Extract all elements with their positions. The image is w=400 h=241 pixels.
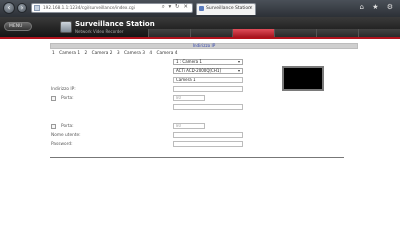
camera-tab-label[interactable]: Camera 1 [59, 51, 80, 56]
camera-tab-number[interactable]: 3 [117, 51, 120, 56]
camera-tab-number[interactable]: 4 [149, 51, 152, 56]
password-field[interactable] [173, 141, 243, 147]
username-label: Nome utente: [51, 133, 81, 138]
camera-tab-number[interactable]: 2 [84, 51, 87, 56]
header-divider [0, 37, 400, 39]
app-tab[interactable] [274, 29, 316, 37]
camera-tab-label[interactable]: Camera 4 [156, 51, 177, 56]
tab-title: Surveillance Station [206, 6, 252, 11]
app-title: Surveillance Station [75, 20, 155, 28]
port2-label: Porta: [61, 124, 74, 129]
port-checkbox[interactable] [51, 96, 56, 101]
section-header: Indirizzo IP [50, 43, 358, 49]
camera-tabs: 1 Camera 1 2 Camera 2 3 Camera 3 4 Camer… [52, 51, 180, 56]
browser-tab[interactable]: Surveillance Station × [196, 3, 256, 15]
app-tab[interactable] [358, 29, 400, 37]
app-tab-active[interactable] [232, 29, 274, 37]
back-arrow-icon[interactable]: ‹ [3, 2, 15, 14]
app-subtitle: Network Video Recorder [75, 29, 124, 34]
port-label: Porta: [61, 96, 74, 101]
app-nav-tabs [148, 29, 400, 37]
chevron-down-icon: ▾ [237, 68, 240, 73]
ip-field[interactable] [173, 86, 243, 92]
camera-name-field[interactable]: Camera 1 [173, 77, 243, 83]
app-tab[interactable] [316, 29, 358, 37]
favicon-icon [199, 6, 204, 11]
app-tab[interactable] [190, 29, 232, 37]
forward-arrow-icon[interactable]: › [17, 3, 27, 13]
camera-select[interactable]: 1 : Camera 1 ▾ [173, 59, 243, 65]
port-field[interactable]: 80 [173, 95, 205, 101]
extra-field[interactable] [173, 104, 243, 110]
address-text[interactable]: 192.168.1.1:1234/cgi/surveillance/index.… [43, 5, 168, 10]
camera-tab-label[interactable]: Camera 2 [92, 51, 113, 56]
menu-button[interactable]: MENU [4, 22, 32, 31]
address-bar[interactable]: 192.168.1.1:1234/cgi/surveillance/index.… [31, 3, 193, 13]
browser-toolbar: ‹ › 192.168.1.1:1234/cgi/surveillance/in… [0, 0, 400, 17]
app-logo-icon [60, 21, 72, 33]
camera-select-value: 1 : Camera 1 [176, 59, 202, 64]
password-label: Password: [51, 142, 73, 147]
model-select[interactable]: ACTi ACD-2000Q[CH1] ▾ [173, 68, 243, 74]
app-tab[interactable] [148, 29, 190, 37]
section-title: Indirizzo IP [192, 43, 216, 48]
page-icon [34, 5, 40, 11]
port2-field[interactable]: 80 [173, 123, 205, 129]
port2-checkbox[interactable] [51, 124, 56, 129]
camera-preview [282, 66, 324, 91]
app-header: MENU Surveillance Station Network Video … [0, 17, 400, 37]
username-field[interactable] [173, 132, 243, 138]
browser-toolbar-icons[interactable]: ⌂ ★ ⚙ [360, 3, 396, 11]
address-tools[interactable]: ⌕ ▾ ↻ ✕ [162, 4, 189, 11]
model-select-value: ACTi ACD-2000Q[CH1] [176, 68, 221, 73]
bottom-divider [50, 157, 344, 158]
close-icon[interactable]: × [249, 5, 253, 11]
camera-tab-number[interactable]: 1 [52, 51, 55, 56]
chevron-down-icon: ▾ [237, 59, 240, 64]
ip-label: Indirizzo IP: [51, 87, 76, 92]
camera-tab-label[interactable]: Camera 3 [124, 51, 145, 56]
